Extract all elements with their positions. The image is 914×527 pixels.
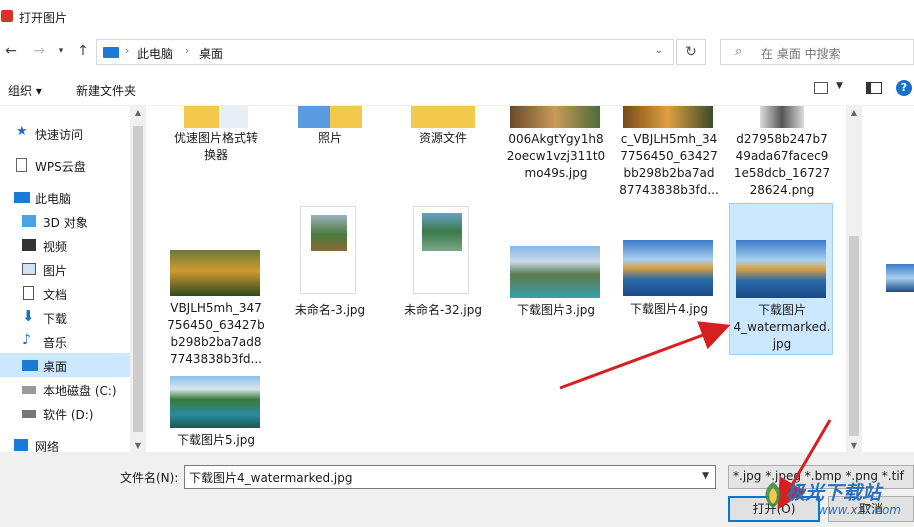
sidebar-item-desktop[interactable]: 桌面 [0,353,130,377]
search-icon: ⌕ [735,44,743,59]
cube-icon [22,215,36,227]
address-history-chevron-icon[interactable]: ⌄ [655,45,663,56]
file-list-scrollbar[interactable]: ▲ ▼ [846,106,862,452]
file-item-image[interactable]: 下载图片4.jpg [617,240,721,326]
window-title: 打开图片 [19,11,68,25]
image-thumbnail [623,106,713,128]
download-icon: ⬇ [22,307,35,325]
app-icon [1,10,13,22]
watermark-logo-icon [765,482,781,508]
scroll-down-icon[interactable]: ▼ [130,441,146,450]
breadcrumb-desktop[interactable]: 桌面 [199,45,223,62]
file-item-image[interactable]: d27958b247b7 49ada67facec9 1e58dcb_16727… [730,106,834,206]
nav-bar: ← → ▾ ↑ › 此电脑 › 桌面 ⌄ ↻ ⌕ 在 桌面 中搜索 [0,34,914,70]
computer-icon [14,192,30,203]
image-thumbnail [510,106,600,128]
scrollbar-thumb[interactable] [133,126,143,432]
sidebar-item-drive-d[interactable]: 软件 (D:) [0,401,130,425]
star-icon: ★ [16,124,28,139]
file-item-image[interactable]: 下载图片3.jpg [504,246,608,326]
new-folder-button[interactable]: 新建文件夹 [76,82,136,99]
image-thumbnail [170,250,260,296]
sidebar-item-3d-objects[interactable]: 3D 对象 [0,209,130,233]
search-box[interactable]: ⌕ 在 桌面 中搜索 [720,39,914,65]
breadcrumb-this-pc[interactable]: 此电脑 [137,45,173,62]
sidebar-scrollbar[interactable]: ▲ ▼ [130,106,146,452]
file-item-image[interactable]: VBJLH5mh_347 756450_63427b b298b2ba7ad8 … [164,250,268,370]
image-thumbnail [760,106,804,128]
video-icon [22,239,36,251]
address-bar[interactable]: › 此电脑 › 桌面 ⌄ [96,39,674,65]
image-thumbnail [736,240,826,298]
file-name-label: 文件名(N): [120,471,179,485]
breadcrumb-separator-icon[interactable]: › [185,44,189,57]
sidebar-item-this-pc[interactable]: 此电脑 [0,185,130,209]
preview-pane-icon[interactable] [866,82,882,94]
up-arrow-icon[interactable]: ↑ [74,42,92,60]
view-options-chevron-icon[interactable]: ▼ [836,81,843,91]
file-item-folder[interactable]: 资源文件 [391,106,495,156]
watermark-text: 极光下载站 [786,482,882,504]
view-options-icon[interactable] [814,82,828,94]
file-name-field[interactable]: 下载图片4_watermarked.jpg ▼ [184,465,716,489]
folder-icon [411,106,475,128]
sidebar-item-pictures[interactable]: 图片 [0,257,130,281]
drive-icon [22,386,36,394]
breadcrumb-separator-icon[interactable]: › [125,44,129,57]
folder-icon [184,106,248,128]
picture-icon [22,263,36,275]
folder-icon [298,106,362,128]
forward-arrow-icon[interactable]: → [30,42,48,60]
command-bar: 组织 ▾ 新建文件夹 ▼ ? [0,72,914,106]
scrollbar-thumb[interactable] [849,236,859,436]
file-name-history-chevron-icon[interactable]: ▼ [702,471,709,481]
organize-button[interactable]: 组织 ▾ [8,82,42,99]
file-item-image-selected[interactable]: 下载图片 4_watermarked. jpg [729,203,833,355]
site-watermark: 极光下载站 www.xz7.com [760,476,910,526]
image-thumbnail [886,264,914,292]
network-icon [14,439,28,451]
document-icon [23,286,34,300]
refresh-button[interactable]: ↻ [676,39,706,65]
desktop-icon [22,360,38,371]
search-input[interactable]: 在 桌面 中搜索 [761,45,841,62]
watermark-url: www.xz7.com [818,503,901,517]
image-thumbnail [623,240,713,296]
file-item-image[interactable]: 未命名-3.jpg [278,206,382,326]
computer-icon [103,47,119,58]
file-list: 优速图片格式转 换器 照片 资源文件 006AkgtYgy1h8 2oecw1v… [146,106,914,452]
cloud-doc-icon [16,158,27,172]
back-arrow-icon[interactable]: ← [2,42,20,60]
navigation-pane: ★ 快速访问 WPS云盘 此电脑 3D 对象 视频 图片 文档 ⬇ 下载 ♪ 音… [0,106,146,452]
image-thumbnail [300,206,356,294]
sidebar-item-drive-c[interactable]: 本地磁盘 (C:) [0,377,130,401]
sidebar-item-videos[interactable]: 视频 [0,233,130,257]
file-item-image-partial[interactable] [884,264,914,294]
file-item-image[interactable]: 未命名-32.jpg [391,206,495,326]
image-thumbnail [413,206,469,294]
scroll-up-icon[interactable]: ▲ [130,108,146,117]
sidebar-item-documents[interactable]: 文档 [0,281,130,305]
scroll-up-icon[interactable]: ▲ [846,108,862,117]
image-thumbnail [170,376,260,428]
sidebar-item-wps-cloud[interactable]: WPS云盘 [0,153,130,177]
music-icon: ♪ [22,332,31,348]
sidebar-item-downloads[interactable]: ⬇ 下载 [0,305,130,329]
file-item-folder[interactable]: 优速图片格式转 换器 [164,106,268,176]
drive-icon [22,410,36,418]
recent-locations-chevron-icon[interactable]: ▾ [52,42,70,60]
file-item-image[interactable]: c_VBJLH5mh_34 7756450_63427 bb298b2ba7ad… [617,106,721,206]
sidebar-item-network[interactable]: 网络 [0,433,130,452]
scroll-down-icon[interactable]: ▼ [846,441,862,450]
sidebar-item-music[interactable]: ♪ 音乐 [0,329,130,353]
file-item-image[interactable]: 下载图片5.jpg [164,376,268,452]
sidebar-item-quick-access[interactable]: ★ 快速访问 [0,121,130,145]
file-item-folder[interactable]: 照片 [278,106,382,156]
image-thumbnail [510,246,600,298]
help-icon[interactable]: ? [896,80,912,96]
file-item-image[interactable]: 006AkgtYgy1h8 2oecw1vzj311t0 mo49s.jpg [504,106,608,190]
title-bar: 打开图片 [0,0,914,34]
